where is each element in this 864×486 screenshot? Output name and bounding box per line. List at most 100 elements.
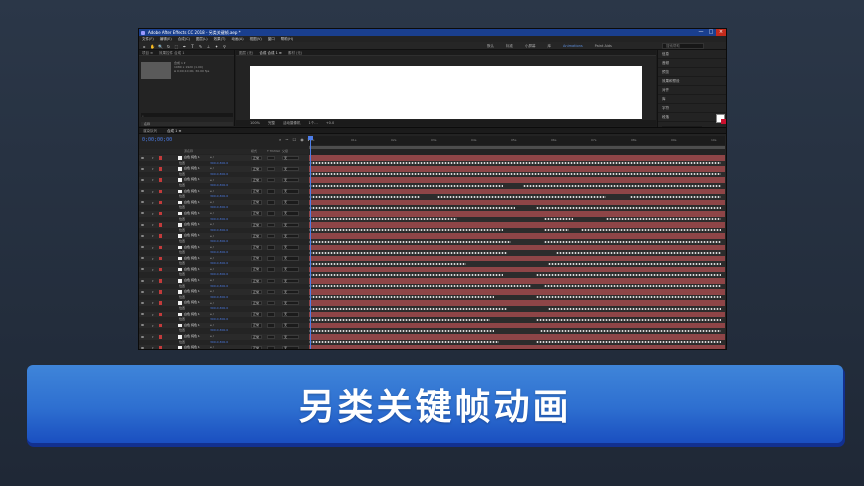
keyframe-run[interactable] [535, 341, 721, 344]
tool-2-icon[interactable]: 🔍 [158, 44, 163, 49]
eye-icon[interactable] [141, 279, 144, 282]
twirl-down-icon[interactable]: ▾ [152, 257, 154, 261]
blend-mode-select[interactable]: 正常 [251, 155, 262, 160]
tool-1-icon[interactable]: ✋ [150, 44, 155, 49]
workspace-tab-1[interactable]: 标准 [506, 42, 513, 50]
timeline-switch-3-icon[interactable]: ◉ [300, 137, 304, 142]
label-color-swatch[interactable] [159, 256, 162, 261]
trkmat-select[interactable] [267, 323, 275, 328]
keyframe-run[interactable] [543, 218, 573, 221]
label-color-swatch[interactable] [159, 200, 162, 205]
eye-icon[interactable] [141, 346, 144, 349]
twirl-down-icon[interactable]: ▾ [152, 313, 154, 317]
keyframe-run[interactable] [539, 330, 721, 333]
layer-switches[interactable]: ⚹ / [210, 223, 218, 226]
twirl-down-icon[interactable]: ▾ [152, 223, 154, 227]
keyframe-run[interactable] [543, 240, 721, 243]
parent-select[interactable]: 无 [282, 166, 299, 172]
composition-viewer[interactable] [250, 66, 642, 119]
eye-icon[interactable] [141, 167, 144, 170]
tab-composition[interactable]: 合成 合成 1 ≡ [259, 50, 282, 55]
parent-select[interactable]: 无 [282, 312, 299, 317]
keyframe-run[interactable] [605, 218, 721, 221]
keyframe-run[interactable] [535, 206, 721, 210]
trkmat-select[interactable] [267, 200, 275, 205]
layer-18[interactable]: ▾白色 纯色 1⚹ /正常无位置300.0,300.0 [139, 345, 725, 349]
eye-icon[interactable] [141, 268, 144, 271]
parent-select[interactable]: 无 [282, 267, 299, 272]
timeline-switch-1-icon[interactable]: ~ [285, 137, 288, 142]
keyframe-run[interactable] [543, 285, 721, 288]
layer-6[interactable]: ▾ 白色 纯色 1 ⚹ / 正常无位置 300.0,300.0 [139, 210, 725, 223]
parent-select[interactable]: 无 [282, 278, 299, 284]
workspace-tab-3[interactable]: 库 [548, 42, 552, 50]
layer-switches[interactable]: ⚹ / [210, 346, 218, 349]
eye-icon[interactable] [141, 201, 144, 204]
keyframe-run[interactable] [309, 162, 721, 165]
layer-switches[interactable]: ⚹ / [210, 200, 218, 204]
layer-12[interactable]: ▾ 白色 纯色 1 ⚹ / 正常无位置 300.0,300.0 [139, 278, 725, 290]
trkmat-select[interactable] [267, 189, 275, 194]
twirl-down-icon[interactable]: ▾ [152, 212, 154, 216]
layer-15[interactable]: ▾ 白色 纯色 1 ⚹ / 正常无位置 300.0,300.0 [139, 311, 725, 323]
parent-select[interactable]: 无 [282, 233, 299, 239]
eye-icon[interactable] [141, 257, 144, 260]
eye-icon[interactable] [141, 301, 144, 304]
help-search-input[interactable]: 搜索帮助 [662, 43, 704, 49]
tool-5-icon[interactable]: ✒ [182, 44, 187, 49]
keyframe-run[interactable] [535, 296, 721, 299]
tool-7-icon[interactable]: ✎ [198, 44, 203, 49]
layer-7[interactable]: ▾ 白色 纯色 1 ⚹ / 正常无位置 300.0,300.0 [139, 222, 725, 234]
blend-mode-select[interactable]: 正常 [251, 166, 262, 172]
layer-switches[interactable]: ⚹ / [210, 335, 218, 338]
parent-select[interactable]: 无 [282, 189, 299, 194]
twirl-down-icon[interactable]: ▾ [152, 246, 154, 250]
twirl-down-icon[interactable]: ▾ [152, 301, 154, 305]
trkmat-select[interactable] [267, 312, 275, 317]
blend-mode-select[interactable]: 正常 [251, 200, 262, 205]
blend-mode-select[interactable]: 正常 [251, 245, 262, 250]
twirl-down-icon[interactable]: ▾ [152, 201, 154, 205]
parent-select[interactable]: 无 [282, 155, 299, 160]
layer-name[interactable]: 白色 纯色 1 [184, 345, 200, 349]
work-area-bar[interactable] [309, 146, 725, 149]
keyframe-run[interactable] [309, 285, 532, 288]
panel-item-0[interactable]: 信息 [658, 50, 726, 59]
blend-mode-select[interactable]: 正常 [251, 334, 262, 339]
eye-icon[interactable] [141, 178, 144, 181]
workspace-tab-0[interactable]: 默认 [487, 42, 494, 50]
eye-icon[interactable] [141, 223, 144, 226]
keyframe-run[interactable] [535, 274, 721, 277]
layer-8[interactable]: ▾ 白色 纯色 1 ⚹ / 正常无位置 300.0,300.0 [139, 233, 725, 245]
trkmat-select[interactable] [267, 278, 275, 284]
layer-switches[interactable]: ⚹ / [210, 245, 218, 249]
blend-mode-select[interactable]: 正常 [251, 289, 262, 295]
trkmat-select[interactable] [267, 177, 275, 183]
label-color-swatch[interactable] [159, 156, 162, 160]
panel-item-2[interactable]: 预览 [658, 68, 726, 77]
timeline-tab-1[interactable]: 合成 1 ≡ [167, 128, 181, 133]
layer-switches[interactable]: ⚹ / [210, 189, 218, 193]
layer-switches[interactable]: ⚹ / [210, 324, 218, 327]
trkmat-select[interactable] [267, 345, 275, 349]
layer-4[interactable]: ▾ 白色 纯色 1 ⚹ / 正常无位置 300.0,300.0 [139, 188, 725, 200]
tool-9-icon[interactable]: ✦ [214, 44, 219, 49]
label-color-swatch[interactable] [159, 223, 162, 227]
keyframe-run[interactable] [580, 229, 721, 232]
layer-switches[interactable]: ⚹ / [210, 234, 218, 238]
keyframe-run[interactable] [309, 296, 495, 299]
layer-switches[interactable]: ⚹ / [210, 156, 218, 159]
twirl-down-icon[interactable]: ▾ [152, 290, 154, 294]
trkmat-select[interactable] [267, 334, 275, 339]
keyframe-run[interactable] [556, 251, 721, 255]
column-mode[interactable]: 模式 [251, 149, 257, 154]
label-color-swatch[interactable] [159, 167, 162, 171]
viewer-control-2[interactable]: 活动摄像机 [283, 120, 301, 126]
blend-mode-select[interactable]: 正常 [251, 211, 262, 216]
label-color-swatch[interactable] [159, 301, 162, 305]
label-color-swatch[interactable] [159, 312, 162, 317]
trkmat-select[interactable] [267, 289, 275, 295]
layer-duration-bar[interactable] [309, 345, 725, 349]
label-color-swatch[interactable] [159, 267, 162, 272]
keyframe-run[interactable] [309, 173, 721, 176]
